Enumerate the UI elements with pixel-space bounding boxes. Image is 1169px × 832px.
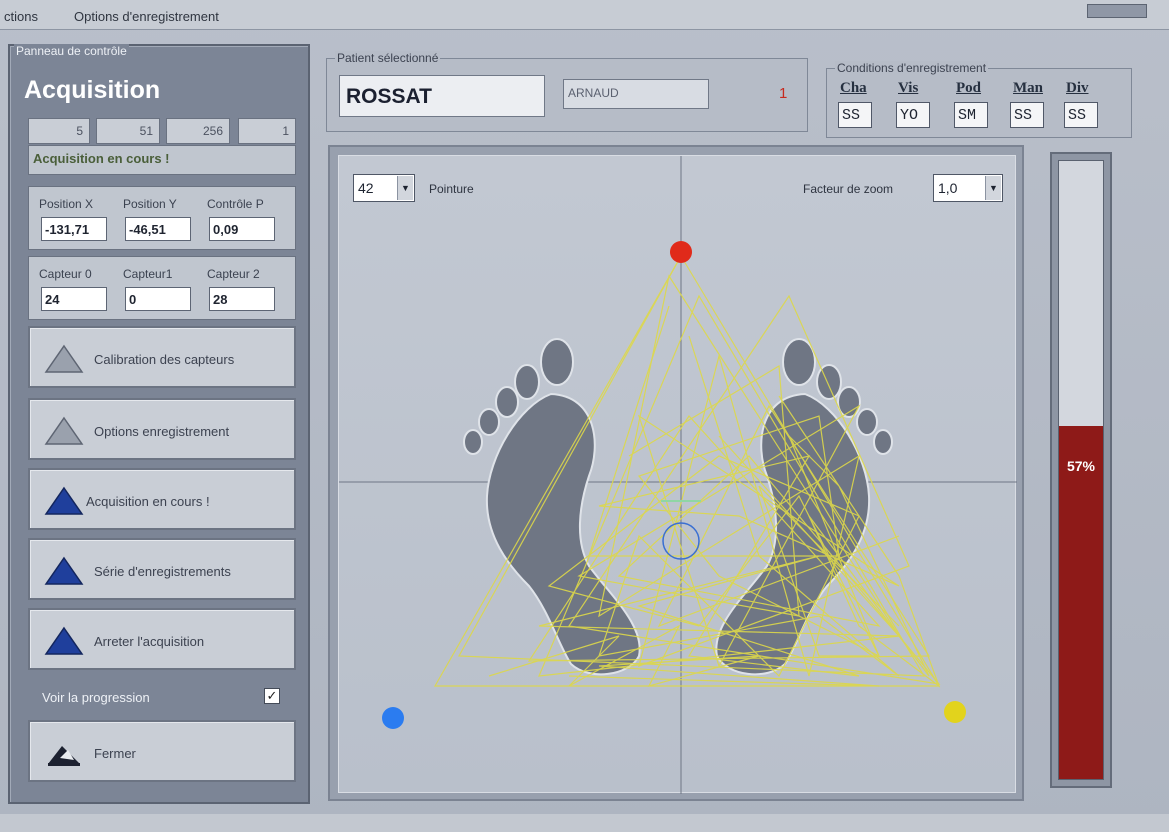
sensor-1-value: 0	[125, 287, 191, 311]
patient-panel: Patient sélectionné ROSSAT ARNAUD 1	[326, 51, 808, 132]
sensor-group: Capteur 0 Capteur1 Capteur 2 24 0 28	[28, 256, 296, 320]
show-progress-label: Voir la progression	[42, 690, 150, 705]
acquisition-button[interactable]: Acquisition en cours !	[28, 468, 296, 530]
chevron-down-icon[interactable]: ▼	[397, 176, 413, 200]
recording-series-button[interactable]: Série d'enregistrements	[28, 538, 296, 600]
triangle-blue-icon	[44, 556, 84, 585]
condition-label: Pod	[956, 80, 982, 96]
application-window: ctions Options d'enregistrement Panneau …	[0, 0, 1169, 832]
sensor-yellow-dot	[944, 701, 966, 723]
position-x-label: Position X	[39, 197, 94, 211]
window-controls[interactable]	[1087, 4, 1147, 18]
sensor-0-label: Capteur 0	[39, 267, 92, 281]
condition-value[interactable]: SS	[838, 102, 872, 128]
zoom-factor-label: Facteur de zoom	[803, 182, 894, 196]
stop-acquisition-label: Arreter l'acquisition	[94, 634, 205, 649]
shoe-size-select[interactable]: 42 ▼	[353, 174, 415, 202]
patient-legend: Patient sélectionné	[335, 51, 441, 65]
counter-field: 256	[166, 118, 230, 144]
close-icon	[48, 746, 80, 766]
show-progress-row: Voir la progression ✓	[28, 686, 296, 714]
sensor-blue-dot	[382, 707, 404, 729]
patient-first-name-field[interactable]: ARNAUD	[563, 79, 709, 109]
menu-item-options[interactable]: Options d'enregistrement	[74, 9, 219, 24]
conditions-legend: Conditions d'enregistrement	[835, 61, 989, 75]
sensor-2-label: Capteur 2	[207, 267, 260, 281]
stabilogram-panel: 42 ▼ Pointure Facteur de zoom 1,0 ▼	[328, 145, 1024, 801]
stop-acquisition-button[interactable]: Arreter l'acquisition	[28, 608, 296, 670]
sensor-red-dot	[670, 241, 692, 263]
control-panel: Panneau de contrôle Acquisition 5 51 256…	[8, 44, 310, 804]
condition-label: Man	[1013, 80, 1043, 96]
chevron-down-icon[interactable]: ▼	[985, 176, 1001, 200]
triangle-blue-icon	[44, 486, 84, 515]
sensor-0-value: 24	[41, 287, 107, 311]
control-p-value: 0,09	[209, 217, 275, 241]
counter-field: 51	[96, 118, 160, 144]
progress-gauge: 57%	[1050, 152, 1112, 788]
patient-first-name: ARNAUD	[568, 86, 619, 100]
zoom-factor-value: 1,0	[938, 180, 958, 196]
close-button[interactable]: Fermer	[28, 720, 296, 782]
bottom-bar	[0, 814, 1169, 832]
progress-gauge-track: 57%	[1058, 160, 1104, 780]
condition-label: Div	[1066, 80, 1089, 96]
progress-gauge-fill	[1059, 426, 1103, 779]
calibration-button-label: Calibration des capteurs	[94, 352, 235, 367]
counter-field: 5	[28, 118, 90, 144]
stabilogram-canvas: 42 ▼ Pointure Facteur de zoom 1,0 ▼	[338, 155, 1017, 794]
control-p-label: Contrôle P	[207, 197, 264, 211]
menu-bar: ctions Options d'enregistrement	[0, 0, 1169, 30]
condition-value[interactable]: SS	[1064, 102, 1098, 128]
menu-item-actions[interactable]: ctions	[4, 9, 38, 24]
position-x-value: -131,71	[41, 217, 107, 241]
position-y-label: Position Y	[123, 197, 177, 211]
patient-last-name: ROSSAT	[346, 85, 432, 108]
recording-series-label: Série d'enregistrements	[94, 564, 231, 579]
progress-gauge-percent: 57%	[1066, 458, 1096, 474]
shoe-size-label: Pointure	[429, 182, 474, 196]
recording-options-label: Options enregistrement	[94, 424, 230, 439]
acquisition-button-label: Acquisition en cours !	[86, 494, 210, 509]
triangle-gray-icon	[44, 344, 84, 373]
show-progress-checkbox[interactable]: ✓	[264, 688, 280, 704]
patient-last-name-field[interactable]: ROSSAT	[339, 75, 545, 117]
sensor-1-label: Capteur1	[123, 267, 173, 281]
triangle-gray-icon	[44, 416, 84, 445]
acquisition-status: Acquisition en cours !	[28, 145, 296, 175]
condition-label: Cha	[840, 80, 867, 96]
footprint-plot	[339, 156, 1017, 794]
shoe-size-value: 42	[358, 180, 374, 196]
condition-value[interactable]: YO	[896, 102, 930, 128]
calibration-button[interactable]: Calibration des capteurs	[28, 326, 296, 388]
triangle-blue-icon	[44, 626, 84, 655]
close-button-label: Fermer	[94, 746, 136, 761]
condition-value[interactable]: SS	[1010, 102, 1044, 128]
control-panel-legend: Panneau de contrôle	[14, 44, 129, 58]
panel-title: Acquisition	[24, 76, 161, 104]
zoom-factor-select[interactable]: 1,0 ▼	[933, 174, 1003, 202]
sensor-2-value: 28	[209, 287, 275, 311]
position-group: Position X Position Y Contrôle P -131,71…	[28, 186, 296, 250]
condition-label: Vis	[898, 80, 919, 96]
counter-field: 1	[238, 118, 296, 144]
condition-value[interactable]: SM	[954, 102, 988, 128]
position-y-value: -46,51	[125, 217, 191, 241]
recording-options-button[interactable]: Options enregistrement	[28, 398, 296, 460]
patient-number: 1	[779, 85, 788, 102]
